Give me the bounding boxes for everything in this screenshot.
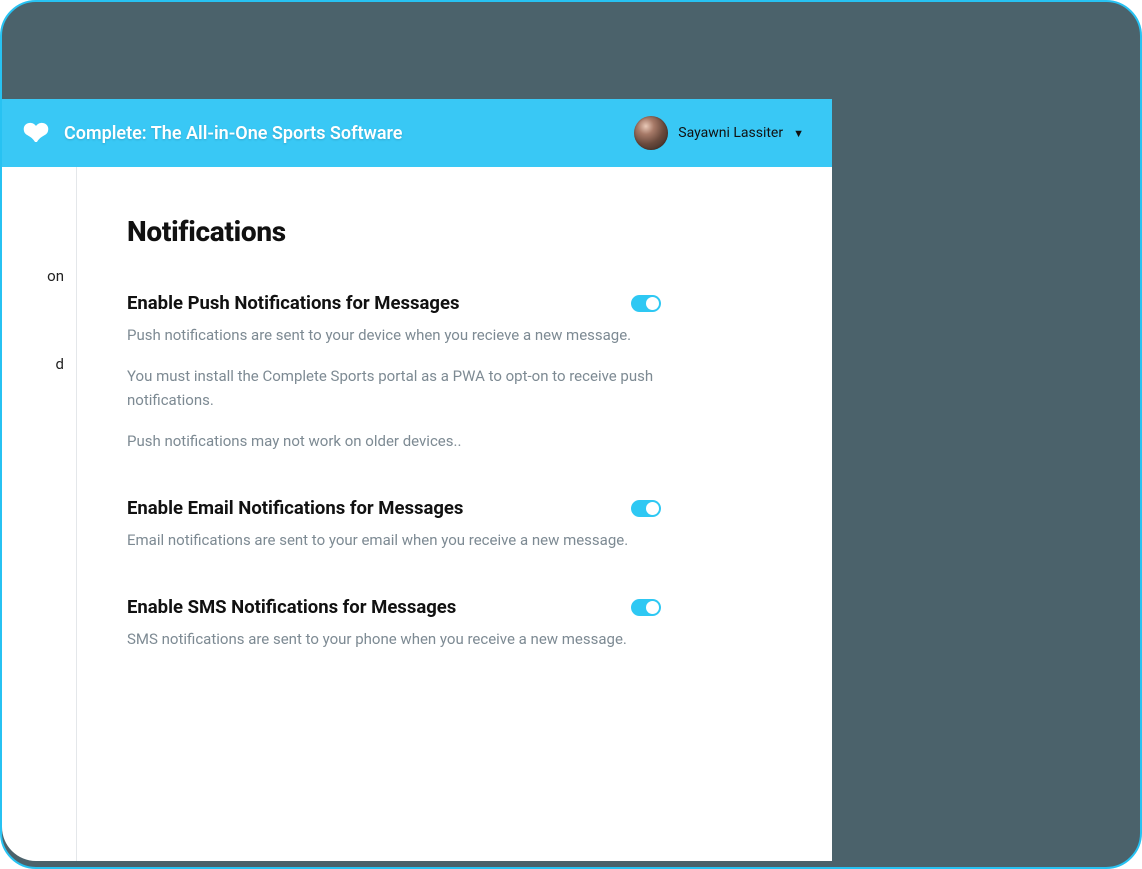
body: on d Notifications Enable Push Notificat… [2, 167, 832, 861]
setting-email: Enable Email Notifications for Messages … [127, 497, 661, 552]
toggle-push[interactable] [631, 295, 661, 312]
setting-title: Enable Email Notifications for Messages [127, 497, 463, 519]
butterfly-icon [22, 122, 50, 144]
toggle-email[interactable] [631, 500, 661, 517]
setting-head: Enable SMS Notifications for Messages [127, 596, 661, 618]
toggle-sms[interactable] [631, 599, 661, 616]
app-window: Complete: The All-in-One Sports Software… [2, 99, 832, 861]
setting-sms: Enable SMS Notifications for Messages SM… [127, 596, 661, 651]
avatar [634, 116, 668, 150]
main-content: Notifications Enable Push Notifications … [77, 167, 721, 861]
setting-note: You must install the Complete Sports por… [127, 365, 661, 412]
setting-head: Enable Push Notifications for Messages [127, 292, 661, 314]
user-name: Sayawni Lassiter [678, 125, 783, 141]
setting-title: Enable Push Notifications for Messages [127, 292, 459, 314]
sidebar-item-label: on [47, 267, 64, 285]
chevron-down-icon: ▼ [793, 127, 804, 140]
sidebar-item-label: d [56, 355, 64, 373]
setting-push: Enable Push Notifications for Messages P… [127, 292, 661, 453]
user-menu[interactable]: Sayawni Lassiter ▼ [634, 116, 804, 150]
sidebar: on d [2, 167, 77, 861]
logo-block[interactable]: Complete: The All-in-One Sports Software [22, 122, 403, 144]
setting-desc: Email notifications are sent to your ema… [127, 529, 661, 552]
setting-note: Push notifications may not work on older… [127, 430, 661, 453]
setting-desc: SMS notifications are sent to your phone… [127, 628, 661, 651]
setting-desc: Push notifications are sent to your devi… [127, 324, 661, 347]
page-title: Notifications [127, 215, 661, 248]
sidebar-item-1[interactable]: d [2, 345, 76, 433]
setting-head: Enable Email Notifications for Messages [127, 497, 661, 519]
app-title: Complete: The All-in-One Sports Software [64, 123, 403, 144]
device-frame: Complete: The All-in-One Sports Software… [0, 0, 1142, 869]
app-header: Complete: The All-in-One Sports Software… [2, 99, 832, 167]
setting-title: Enable SMS Notifications for Messages [127, 596, 456, 618]
sidebar-item-0[interactable]: on [2, 257, 76, 345]
